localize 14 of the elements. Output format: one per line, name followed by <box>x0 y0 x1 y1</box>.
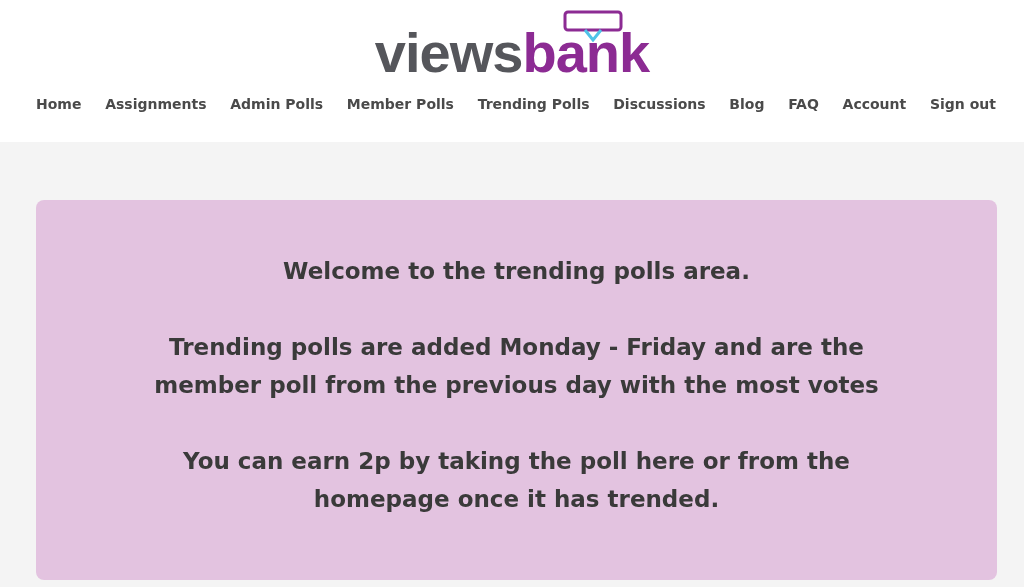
notice-text: Trending polls are added Monday - Friday and are the member poll from the previous day with the most votes <box>153 333 880 400</box>
nav-link[interactable]: Account <box>842 96 907 112</box>
nav-link[interactable]: FAQ <box>788 96 819 112</box>
nav-link[interactable]: Home <box>36 96 82 112</box>
nav-link[interactable]: Assignments <box>105 96 207 112</box>
notice-text: You can earn 2p by taking the poll here or from the homepage once it has trended. <box>182 447 851 514</box>
nav-link[interactable]: Trending Polls <box>477 96 590 112</box>
nav-link[interactable]: Member Polls <box>346 96 454 112</box>
nav-link[interactable]: Admin Polls <box>230 96 324 112</box>
nav-link[interactable]: Discussions <box>613 96 706 112</box>
logo[interactable]: viewsbank <box>374 10 650 78</box>
nav-link[interactable]: Sign out <box>929 96 996 112</box>
nav-link[interactable]: Blog <box>729 96 765 112</box>
notice-text: Welcome to the trending polls area. <box>283 257 750 286</box>
